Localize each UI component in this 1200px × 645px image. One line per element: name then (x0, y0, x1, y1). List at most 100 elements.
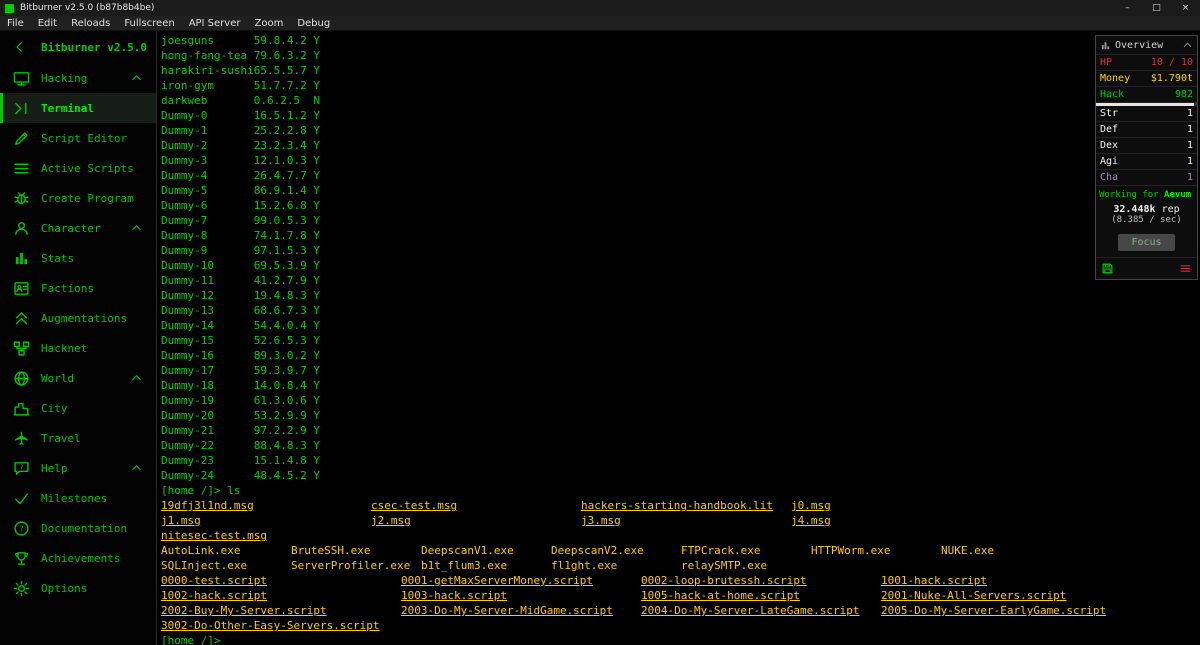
file-1005-hack-at-home-script[interactable]: 1005-hack-at-home.script (641, 589, 800, 602)
menu-api-server[interactable]: API Server (182, 18, 248, 29)
close-button[interactable]: × (1171, 0, 1200, 16)
ls-cell: 2001-Nuke-All-Servers.script (881, 588, 1121, 603)
sidebar-section-character[interactable]: Character (0, 213, 156, 243)
scan-row: darkweb 0.6.2.5 N (161, 94, 320, 107)
file-j4-msg[interactable]: j4.msg (791, 514, 831, 527)
sidebar-item-label: Script Editor (41, 131, 128, 145)
sidebar-item-label: Terminal (41, 101, 94, 115)
stat-row-hp: HP 10 / 10 (1096, 55, 1197, 71)
file-2002-buy-my-server-script[interactable]: 2002-Buy-My-Server.script (161, 604, 327, 617)
file-fl1ght-exe: fl1ght.exe (551, 559, 618, 572)
prompt-label: [home /]> (161, 634, 221, 645)
sidebar-item-stats[interactable]: Stats (0, 243, 156, 273)
file-0000-test-script[interactable]: 0000-test.script (161, 574, 267, 587)
menu-file[interactable]: File (0, 18, 31, 29)
minimize-button[interactable]: – (1113, 0, 1142, 16)
sidebar-item-script-editor[interactable]: Script Editor (0, 123, 156, 153)
collapse-icon[interactable] (1182, 40, 1193, 51)
scan-row: Dummy-3 12.1.0.3 Y (161, 154, 320, 167)
maximize-button[interactable]: □ (1142, 0, 1171, 16)
file-csec-test-msg[interactable]: csec-test.msg (371, 499, 457, 512)
person-icon (13, 220, 30, 237)
ls-cell: NUKE.exe (941, 543, 1071, 558)
ls-cell: 2005-Do-My-Server-EarlyGame.script (881, 603, 1121, 618)
scan-row: Dummy-12 19.4.8.3 Y (161, 289, 320, 302)
title-bar: Bitburner v2.5.0 (b87b8b4be) – □ × (0, 0, 1200, 16)
ls-cell: nitesec-test.msg (161, 528, 371, 543)
menu-zoom[interactable]: Zoom (247, 18, 290, 29)
stat-label: Hack (1100, 89, 1125, 100)
file-j1-msg[interactable]: j1.msg (161, 514, 201, 527)
sidebar-item-travel[interactable]: Travel (0, 423, 156, 453)
file-19dfj3l1nd-msg[interactable]: 19dfj3l1nd.msg (161, 499, 254, 512)
menu-fullscreen[interactable]: Fullscreen (117, 18, 181, 29)
gear-icon (13, 580, 30, 597)
window-title: Bitburner v2.5.0 (b87b8b4be) (20, 3, 155, 13)
file-0002-loop-brutessh-script[interactable]: 0002-loop-brutessh.script (641, 574, 807, 587)
stat-row-str: Str 1 (1096, 106, 1197, 122)
chevron-up-icon[interactable] (130, 72, 143, 85)
terminal-output[interactable]: joesguns 59.8.4.2 Y hong-fang-tea 79.6.3.… (157, 31, 1200, 645)
sidebar-item-documentation[interactable]: ? Documentation (0, 513, 156, 543)
sidebar-item-city[interactable]: City (0, 393, 156, 423)
sidebar-item-label: Achievements (41, 551, 121, 565)
file-1003-hack-script[interactable]: 1003-hack.script (401, 589, 507, 602)
file-2001-nuke-all-servers-script[interactable]: 2001-Nuke-All-Servers.script (881, 589, 1066, 602)
sidebar-item-options[interactable]: Options (0, 573, 156, 603)
sidebar-item-achievements[interactable]: Achievements (0, 543, 156, 573)
file-0001-getmaxservermoney-script[interactable]: 0001-getMaxServerMoney.script (401, 574, 593, 587)
sidebar-item-factions[interactable]: Factions (0, 273, 156, 303)
file-nuke-exe: NUKE.exe (941, 544, 994, 557)
sidebar-section-world[interactable]: World (0, 363, 156, 393)
overview-header[interactable]: Overview (1096, 36, 1197, 55)
file-2004-do-my-server-lategame-script[interactable]: 2004-Do-My-Server-LateGame.script (641, 604, 860, 617)
stat-label: Def (1100, 124, 1119, 135)
file-1001-hack-script[interactable]: 1001-hack.script (881, 574, 987, 587)
menu-debug[interactable]: Debug (290, 18, 337, 29)
file-2003-do-my-server-midgame-script[interactable]: 2003-Do-My-Server-MidGame.script (401, 604, 613, 617)
sidebar-section-hacking[interactable]: Hacking (0, 63, 156, 93)
file-j2-msg[interactable]: j2.msg (371, 514, 411, 527)
reputation-value: 32.448k rep (1096, 202, 1197, 215)
sidebar-item-active-scripts[interactable]: Active Scripts (0, 153, 156, 183)
menu-reloads[interactable]: Reloads (64, 18, 117, 29)
ls-scripts: 0000-test.script 0001-getMaxServerMoney.s… (161, 573, 1200, 633)
file-j0-msg[interactable]: j0.msg (791, 499, 831, 512)
ls-cell: AutoLink.exe (161, 543, 291, 558)
kill-scripts-icon[interactable] (1179, 262, 1192, 275)
ls-cell: DeepscanV1.exe (421, 543, 551, 558)
chevron-up-icon[interactable] (130, 372, 143, 385)
chevron-up-icon[interactable] (130, 222, 143, 235)
chevron-up-icon[interactable] (130, 462, 143, 475)
main-area: Bitburner v2.5.0 Hacking Terminal Script E… (0, 31, 1200, 645)
sidebar-item-hacknet[interactable]: Hacknet (0, 333, 156, 363)
file-nitesec-test-msg[interactable]: nitesec-test.msg (161, 529, 267, 542)
save-icon[interactable] (1101, 262, 1114, 275)
ls-messages: 19dfj3l1nd.msg csec-test.msg hackers-start… (161, 498, 1200, 543)
sidebar-item-terminal[interactable]: Terminal (0, 93, 156, 123)
file-hackers-starting-handbook-lit[interactable]: hackers-starting-handbook.lit (581, 499, 773, 512)
stat-row-cha: Cha 1 (1096, 170, 1197, 186)
sidebar-header[interactable]: Bitburner v2.5.0 (0, 31, 156, 63)
sidebar-item-augmentations[interactable]: Augmentations (0, 303, 156, 333)
chevron-left-icon[interactable] (13, 40, 27, 54)
stat-value: 10 / 10 (1150, 57, 1193, 68)
file-j3-msg[interactable]: j3.msg (581, 514, 621, 527)
ls-cell: relaySMTP.exe (681, 558, 811, 573)
ls-cell: 2002-Buy-My-Server.script (161, 603, 401, 618)
sidebar-section-help[interactable]: ? Help (0, 453, 156, 483)
monitor-icon (13, 70, 30, 87)
focus-button[interactable]: Focus (1118, 234, 1175, 251)
overview-stats: HP 10 / 10 Money $1.790t Hack 982 Str 1 Def 1 Dex 1… (1096, 55, 1197, 186)
file-1002-hack-script[interactable]: 1002-hack.script (161, 589, 267, 602)
menu-edit[interactable]: Edit (31, 18, 64, 29)
scan-row: harakiri-sushi65.5.5.7 Y (161, 64, 320, 77)
file-2005-do-my-server-earlygame-script[interactable]: 2005-Do-My-Server-EarlyGame.script (881, 604, 1106, 617)
sidebar-item-milestones[interactable]: Milestones (0, 483, 156, 513)
file-3002-do-other-easy-servers-script[interactable]: 3002-Do-Other-Easy-Servers.script (161, 619, 380, 632)
stat-value: $1.790t (1150, 73, 1193, 84)
ls-programs: AutoLink.exe BruteSSH.exe DeepscanV1.exe De… (161, 543, 1200, 573)
sidebar-item-create-program[interactable]: Create Program (0, 183, 156, 213)
scan-row: Dummy-9 97.1.5.3 Y (161, 244, 320, 257)
terminal-prompt[interactable]: [home /]> (161, 633, 1200, 645)
